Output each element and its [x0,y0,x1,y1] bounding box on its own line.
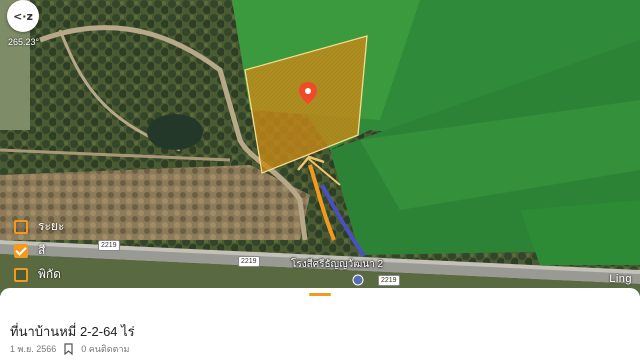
coordinates-checkbox[interactable] [14,267,28,282]
road-number-shield: 2219 [98,240,120,251]
followers-count: 0 คนติดตาม [81,344,130,354]
listing-bottom-sheet[interactable]: ที่นาบ้านหมี่ 2-2-64 ไร่ 1 พ.ย. 2566 0 ค… [0,288,640,360]
listing-meta: 1 พ.ย. 2566 0 คนติดตาม [10,342,129,356]
satellite-imagery [0,0,640,296]
listing-title: ที่นาบ้านหมี่ 2-2-64 ไร่ [10,324,135,339]
road-number-shield: 2219 [238,256,260,267]
satellite-map[interactable]: <·z 265.23° ระยะ สี พิกัด 2219 2219 2219… [0,0,640,296]
color-checkbox[interactable] [14,243,28,258]
distance-checkbox[interactable] [14,219,28,234]
distance-label: ระยะ [38,219,65,233]
road-number-shield: 2219 [378,275,400,286]
coordinates-label: พิกัด [38,267,61,281]
heading-readout: 265.23° [8,37,40,47]
layer-toggle-color[interactable]: สี [14,241,45,260]
compass-icon: <·z [13,9,33,23]
drag-handle[interactable] [309,293,331,296]
bookmark-icon[interactable] [64,343,73,355]
map-watermark: Ling [609,273,632,285]
listing-date: 1 พ.ย. 2566 [10,344,57,354]
road-name-label: โรงสีศรีธัญญวัฒนา 2 [291,259,384,270]
layer-toggle-distance[interactable]: ระยะ [14,217,64,236]
road-pin-icon [352,274,364,286]
color-label: สี [38,243,46,257]
compass-button[interactable]: <·z [7,0,39,32]
layer-toggle-coordinates[interactable]: พิกัด [14,265,61,284]
